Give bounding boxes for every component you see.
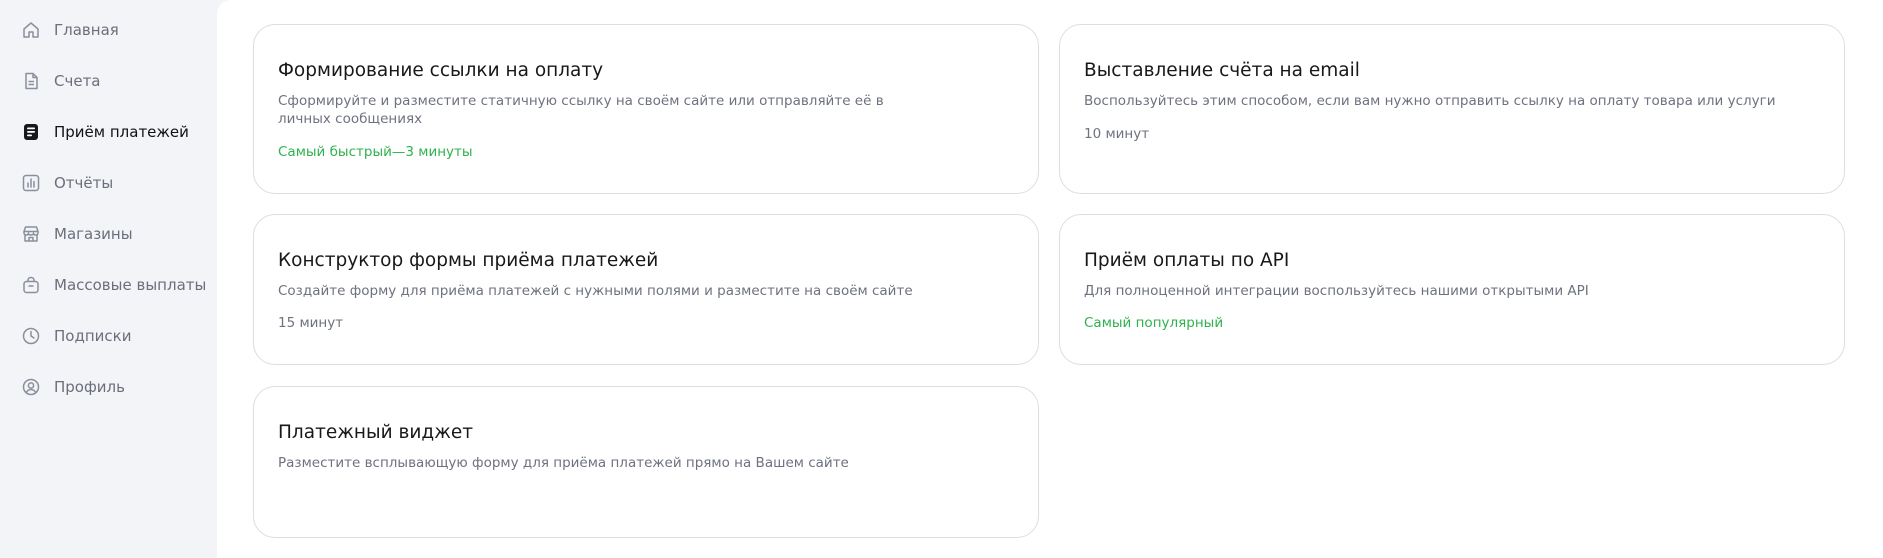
app-root: Главная Счета Приём платежей Отчёты Мага… bbox=[0, 0, 1883, 558]
card-title: Приём оплаты по API bbox=[1084, 250, 1290, 271]
card-title: Платежный виджет bbox=[278, 422, 474, 443]
card-api-payments[interactable]: Приём оплаты по API Для полноценной инте… bbox=[1059, 214, 1845, 365]
sidebar: Главная Счета Приём платежей Отчёты Мага… bbox=[0, 0, 217, 558]
card-description: Разместите всплывающую форму для приёма … bbox=[278, 455, 849, 471]
card-description: Сформируйте и разместите статичную ссылк… bbox=[278, 93, 884, 127]
card-title: Конструктор формы приёма платежей bbox=[278, 250, 659, 271]
card-meta: 10 минут bbox=[1084, 126, 1150, 142]
card-payment-widget[interactable]: Платежный виджет Разместите всплывающую … bbox=[253, 386, 1039, 538]
sidebar-item-home[interactable]: Главная bbox=[20, 15, 119, 45]
card-email-invoice[interactable]: Выставление счёта на email Воспользуйтес… bbox=[1059, 24, 1845, 194]
sidebar-item-profile[interactable]: Профиль bbox=[20, 372, 125, 402]
document-icon bbox=[20, 70, 42, 92]
payment-terminal-icon bbox=[20, 121, 42, 143]
card-title: Формирование ссылки на оплату bbox=[278, 60, 604, 81]
main-content: Формирование ссылки на оплату Сформируйт… bbox=[217, 0, 1883, 558]
sidebar-item-label: Подписки bbox=[54, 327, 132, 345]
sidebar-item-reports[interactable]: Отчёты bbox=[20, 168, 113, 198]
card-description: Создайте форму для приёма платежей с нуж… bbox=[278, 283, 913, 299]
bar-chart-icon bbox=[20, 172, 42, 194]
sidebar-item-label: Счета bbox=[54, 72, 101, 90]
sidebar-item-invoices[interactable]: Счета bbox=[20, 66, 101, 96]
sidebar-item-label: Массовые выплаты bbox=[54, 276, 207, 294]
card-description: Воспользуйтесь этим способом, если вам н… bbox=[1084, 93, 1776, 109]
sidebar-item-mass-payouts[interactable]: Массовые выплаты bbox=[20, 270, 206, 300]
clock-icon bbox=[20, 325, 42, 347]
sidebar-item-label: Приём платежей bbox=[54, 123, 189, 141]
user-circle-icon bbox=[20, 376, 42, 398]
card-description: Для полноценной интеграции воспользуйтес… bbox=[1084, 283, 1589, 299]
sidebar-item-stores[interactable]: Магазины bbox=[20, 219, 133, 249]
home-icon bbox=[20, 19, 42, 41]
sidebar-item-subscriptions[interactable]: Подписки bbox=[20, 321, 131, 351]
sidebar-item-label: Отчёты bbox=[54, 174, 114, 192]
card-payment-link[interactable]: Формирование ссылки на оплату Сформируйт… bbox=[253, 24, 1039, 194]
card-meta: 15 минут bbox=[278, 315, 344, 331]
sidebar-item-label: Главная bbox=[54, 21, 119, 39]
sidebar-item-label: Магазины bbox=[54, 225, 133, 243]
bag-icon bbox=[20, 274, 42, 296]
card-title: Выставление счёта на email bbox=[1084, 60, 1360, 81]
store-icon bbox=[20, 223, 42, 245]
card-meta: Самый популярный bbox=[1084, 315, 1224, 331]
card-meta: Самый быстрый—3 минуты bbox=[278, 144, 473, 160]
card-form-builder[interactable]: Конструктор формы приёма платежей Создай… bbox=[253, 214, 1039, 365]
sidebar-item-payments[interactable]: Приём платежей bbox=[20, 117, 189, 147]
sidebar-item-label: Профиль bbox=[54, 378, 125, 396]
